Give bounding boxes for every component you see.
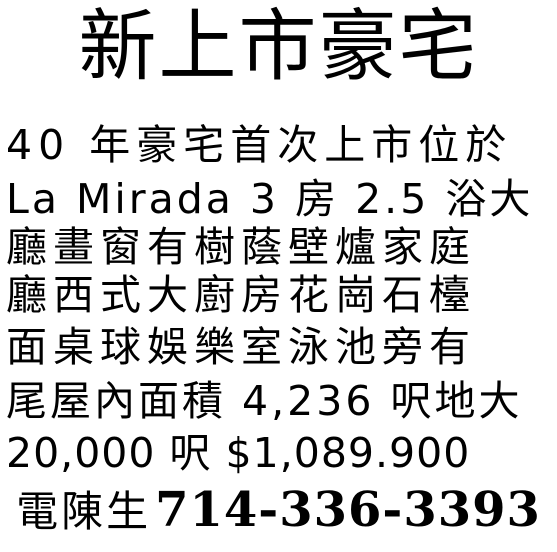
real-estate-classified-ad: 新上市豪宅 40 年豪宅首次上市位於 La Mirada 3 房 2.5 浴大 …: [0, 0, 557, 545]
contact-line: 電陳生 714-336-3393: [0, 480, 557, 552]
ad-line-4: 廳西式大廚房花崗石檯: [6, 271, 476, 319]
ad-headline: 新上市豪宅: [78, 2, 479, 92]
ad-line-1: 40 年豪宅首次上市位於: [6, 121, 513, 169]
ad-line-3: 廳畫窗有樹蔭壁爐家庭: [6, 223, 476, 271]
ad-line-7: 20,000 呎 $1,089.900: [6, 429, 471, 477]
contact-label: 電陳生: [16, 487, 152, 536]
ad-line-6: 尾屋內面積 4,236 呎地大: [6, 377, 523, 425]
ad-line-5: 面桌球娛樂室泳池旁有: [6, 323, 476, 371]
phone-number: 714-336-3393: [155, 482, 541, 538]
ad-line-2: La Mirada 3 房 2.5 浴大: [6, 175, 534, 223]
